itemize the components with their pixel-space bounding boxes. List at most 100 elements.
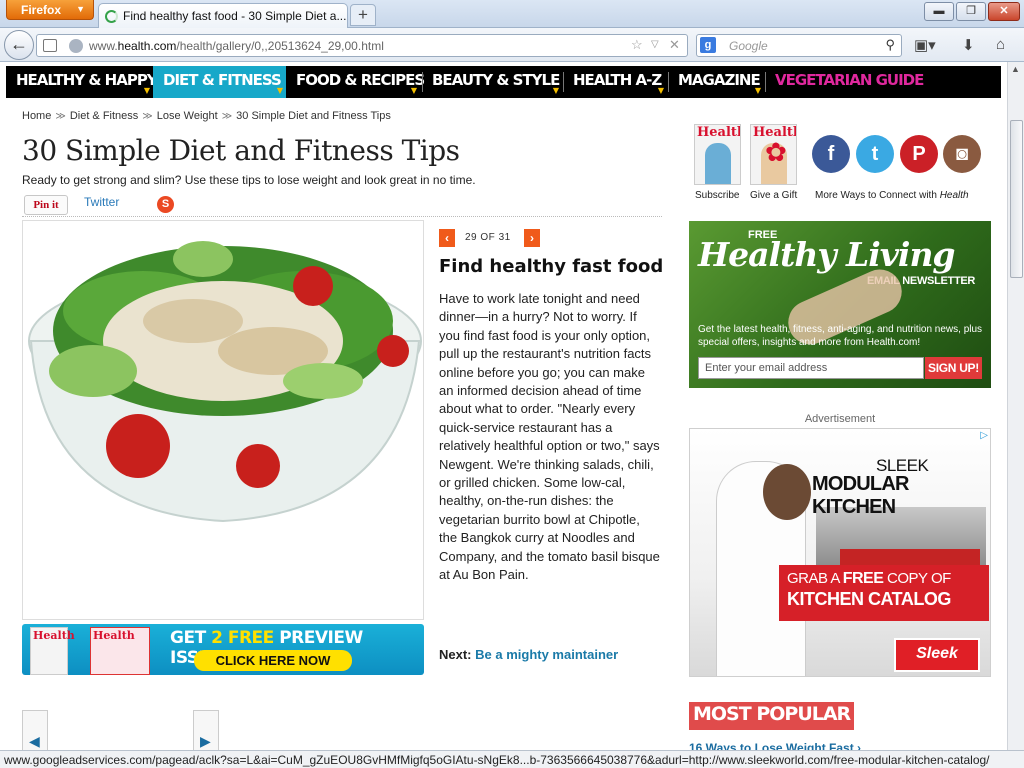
sign-up-button[interactable]: SIGN UP! <box>925 357 982 379</box>
adchoices-icon[interactable]: ▷ <box>980 430 988 441</box>
nav-beauty-style[interactable]: BEAUTY & STYLE ▼ <box>422 66 562 98</box>
search-input[interactable]: g Google ⚲ <box>696 34 902 57</box>
next-slide-button[interactable]: › <box>524 229 540 247</box>
next-slide-link[interactable]: Be a mighty maintainer <box>475 647 618 662</box>
ad-grab-free: FREE <box>842 570 884 587</box>
magazine-logo: Health <box>697 125 740 140</box>
nav-vegetarian-guide[interactable]: VEGETARIAN GUIDE <box>765 66 925 98</box>
title-bar: Firefox ▼ Find healthy fast food - 30 Si… <box>0 0 1024 28</box>
search-icon[interactable]: ⚲ <box>885 37 895 53</box>
arrow-left-icon: ◀ <box>29 733 40 749</box>
history-dropdown-icon[interactable]: ▽ <box>651 39 659 50</box>
thumb-scroll-right[interactable]: ▶ <box>193 710 219 750</box>
new-tab-button[interactable]: + <box>350 4 376 26</box>
breadcrumb-diet-fitness[interactable]: Diet & Fitness <box>70 110 138 122</box>
url-path: /health/gallery/0,,20513624_29,00.html <box>176 39 384 53</box>
ad-grab: GRAB A FREE COPY OF <box>787 570 951 588</box>
download-icon[interactable]: ⬇ <box>962 36 975 54</box>
sleek-logo: Sleek <box>894 638 980 672</box>
address-bar[interactable]: www.health.com/health/gallery/0,,2051362… <box>36 34 688 57</box>
nav-magazine[interactable]: MAGAZINE ▼ <box>668 66 764 98</box>
divider <box>22 216 662 217</box>
subscribe-link[interactable]: Subscribe <box>695 190 739 201</box>
breadcrumb-lose-weight[interactable]: Lose Weight <box>157 110 218 122</box>
connect-text: More Ways to Connect with Health <box>815 190 969 201</box>
magazine-cover: Health <box>30 627 75 675</box>
nav-healthy-happy[interactable]: HEALTHY & HAPPY ▼ <box>6 66 158 98</box>
home-icon[interactable]: ⌂ <box>996 36 1005 53</box>
promo-headline-a: GET <box>170 628 212 648</box>
newsletter-headline: Healthy Living <box>698 235 956 274</box>
facebook-icon[interactable]: f <box>812 135 850 173</box>
previous-slide-button[interactable]: ‹ <box>439 229 455 247</box>
nav-food-recipes[interactable]: FOOD & RECIPES ▼ <box>286 66 425 98</box>
status-bar: www.googleadservices.com/pagead/aclk?sa=… <box>0 750 1024 768</box>
pinterest-icon[interactable]: P <box>900 135 938 173</box>
gift-bow-icon: ✿ <box>765 137 787 167</box>
page-content: HEALTHY & HAPPY ▼ DIET & FITNESS ▼ FOOD & … <box>0 62 1007 750</box>
bookmark-star-icon[interactable]: ☆ <box>631 37 643 53</box>
preview-issues-banner[interactable]: Health Health GET 2 FREE PREVIEW ISSUES!… <box>22 624 424 675</box>
firefox-menu-button[interactable]: Firefox ▼ <box>6 0 94 20</box>
breadcrumb-separator: ≫ <box>142 111 153 122</box>
breadcrumb-home[interactable]: Home <box>22 110 51 122</box>
magazine-logo: Health <box>93 629 135 642</box>
arrow-right-icon: ▶ <box>200 733 211 749</box>
click-here-button[interactable]: CLICK HERE NOW <box>194 650 352 671</box>
twitter-share-link[interactable]: Twitter <box>84 195 119 209</box>
scroll-up-icon[interactable]: ▲ <box>1011 64 1020 74</box>
next-label: Next: <box>439 647 472 662</box>
twitter-icon[interactable]: t <box>856 135 894 173</box>
nav-label: DIET & FITNESS <box>163 71 282 89</box>
give-gift-link[interactable]: Give a Gift <box>750 190 797 201</box>
nav-label: FOOD & RECIPES <box>296 71 425 89</box>
sleek-kitchen-ad[interactable]: ▷ SLEEK MODULAR KITCHEN GRAB A FREE COPY… <box>689 428 991 677</box>
breadcrumb-separator: ≫ <box>221 111 233 122</box>
minimize-button[interactable]: ▬ <box>924 2 954 21</box>
page-scrollbar[interactable]: ▲ <box>1007 62 1024 750</box>
stop-icon[interactable]: ✕ <box>669 37 680 53</box>
salad-bowl-illustration <box>28 241 422 523</box>
chef-head <box>763 464 811 520</box>
nav-label: HEALTHY & HAPPY <box>16 71 158 89</box>
bookmarks-icon[interactable]: ▣▾ <box>914 36 936 54</box>
breadcrumb-separator: ≫ <box>55 111 66 122</box>
most-popular-heading: MOST POPULAR <box>689 702 855 730</box>
close-window-button[interactable]: ✕ <box>988 2 1020 21</box>
nav-diet-fitness[interactable]: DIET & FITNESS ▼ <box>153 66 286 98</box>
navigation-toolbar: ← www.health.com/health/gallery/0,,20513… <box>0 28 1024 62</box>
connect-brand: Health <box>939 190 969 201</box>
google-icon[interactable]: g <box>700 37 716 53</box>
breadcrumb-current[interactable]: 30 Simple Diet and Fitness Tips <box>236 110 391 122</box>
ad-catalog: KITCHEN CATALOG <box>787 589 951 609</box>
most-popular-item[interactable]: 16 Ways to Lose Weight Fast › <box>689 741 861 750</box>
instagram-icon[interactable]: ◙ <box>943 135 981 173</box>
globe-icon <box>69 39 83 53</box>
loading-icon <box>105 10 118 23</box>
advertisement-label: Advertisement <box>804 413 876 425</box>
nav-label: MAGAZINE <box>678 71 761 89</box>
slide-image-salad <box>22 220 424 620</box>
promo-headline-b: 2 FREE <box>211 628 274 648</box>
scrollbar-thumb[interactable] <box>1010 120 1023 278</box>
nav-health-a-z[interactable]: HEALTH A-Z ▼ <box>563 66 667 98</box>
subscribe-magazine-cover[interactable]: Health <box>694 124 741 185</box>
slide-body: Have to work late tonight and need dinne… <box>439 291 660 583</box>
chevron-down-icon: ▼ <box>76 4 85 14</box>
restore-button[interactable]: ❐ <box>956 2 986 21</box>
newsletter-signup: FREE Healthy Living EMAIL NEWSLETTER Get… <box>689 221 991 388</box>
page-title: 30 Simple Diet and Fitness Tips <box>22 134 460 167</box>
email-field[interactable]: Enter your email address <box>698 357 924 379</box>
pin-it-button[interactable]: Pin it <box>24 195 68 215</box>
dropdown-icon: ▼ <box>410 86 417 95</box>
stumbleupon-icon[interactable]: S <box>157 196 174 213</box>
thumb-scroll-left[interactable]: ◀ <box>22 710 48 750</box>
cover-model <box>705 143 731 184</box>
ad-line2: MODULAR KITCHEN <box>812 473 909 518</box>
tab-active[interactable]: Find healthy fast food - 30 Simple Diet … <box>98 3 348 28</box>
dropdown-icon: ▼ <box>657 86 664 95</box>
url-prefix: www. <box>89 39 118 53</box>
back-button[interactable]: ← <box>4 30 34 60</box>
nav-label: HEALTH A-Z <box>573 71 662 89</box>
firefox-menu-label: Firefox <box>21 3 62 17</box>
